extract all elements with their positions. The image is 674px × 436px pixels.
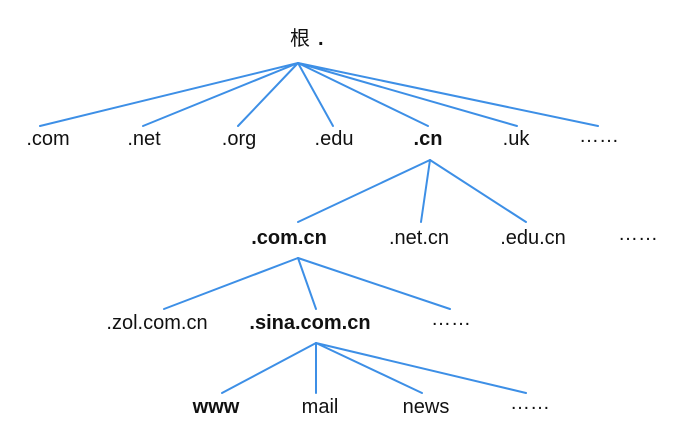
domain-tree-diagram: 根 . .com .net .org .edu .cn .uk …… .com.…	[26, 26, 658, 418]
tld-cn: .cn	[414, 128, 443, 150]
edge-cn-netcn	[420, 159, 431, 223]
tld-more: ……	[579, 125, 619, 147]
host-news: news	[403, 396, 450, 418]
edge-root-more	[297, 62, 599, 127]
edge-comcn-more	[297, 257, 451, 310]
edge-cn-educn	[429, 159, 527, 223]
host-more: ……	[510, 392, 550, 414]
comcn-child-more: ……	[431, 308, 471, 330]
edge-root-org	[237, 62, 299, 127]
tld-com: .com	[26, 128, 69, 150]
edge-comcn-zol	[163, 257, 299, 310]
edge-sina-www	[221, 342, 317, 394]
edge-sina-news	[315, 342, 423, 394]
comcn-child-sina: .sina.com.cn	[249, 312, 370, 334]
host-www: www	[192, 396, 240, 418]
cn-child-more: ……	[618, 223, 658, 245]
cn-child-comcn: .com.cn	[251, 227, 327, 249]
root-label: 根	[290, 26, 310, 50]
tld-org: .org	[222, 128, 256, 150]
cn-child-educn: .edu.cn	[500, 227, 566, 249]
edge-comcn-sina	[297, 257, 317, 310]
tld-net: .net	[127, 128, 161, 150]
comcn-child-zol: .zol.com.cn	[106, 312, 207, 334]
edge-root-com	[39, 62, 299, 127]
root-dot: .	[318, 28, 324, 50]
tld-edu: .edu	[315, 128, 354, 150]
edge-sina-more	[315, 342, 527, 394]
host-mail: mail	[302, 396, 339, 418]
edge-cn-comcn	[297, 159, 431, 223]
tld-uk: .uk	[503, 128, 531, 150]
cn-child-netcn: .net.cn	[389, 227, 449, 249]
